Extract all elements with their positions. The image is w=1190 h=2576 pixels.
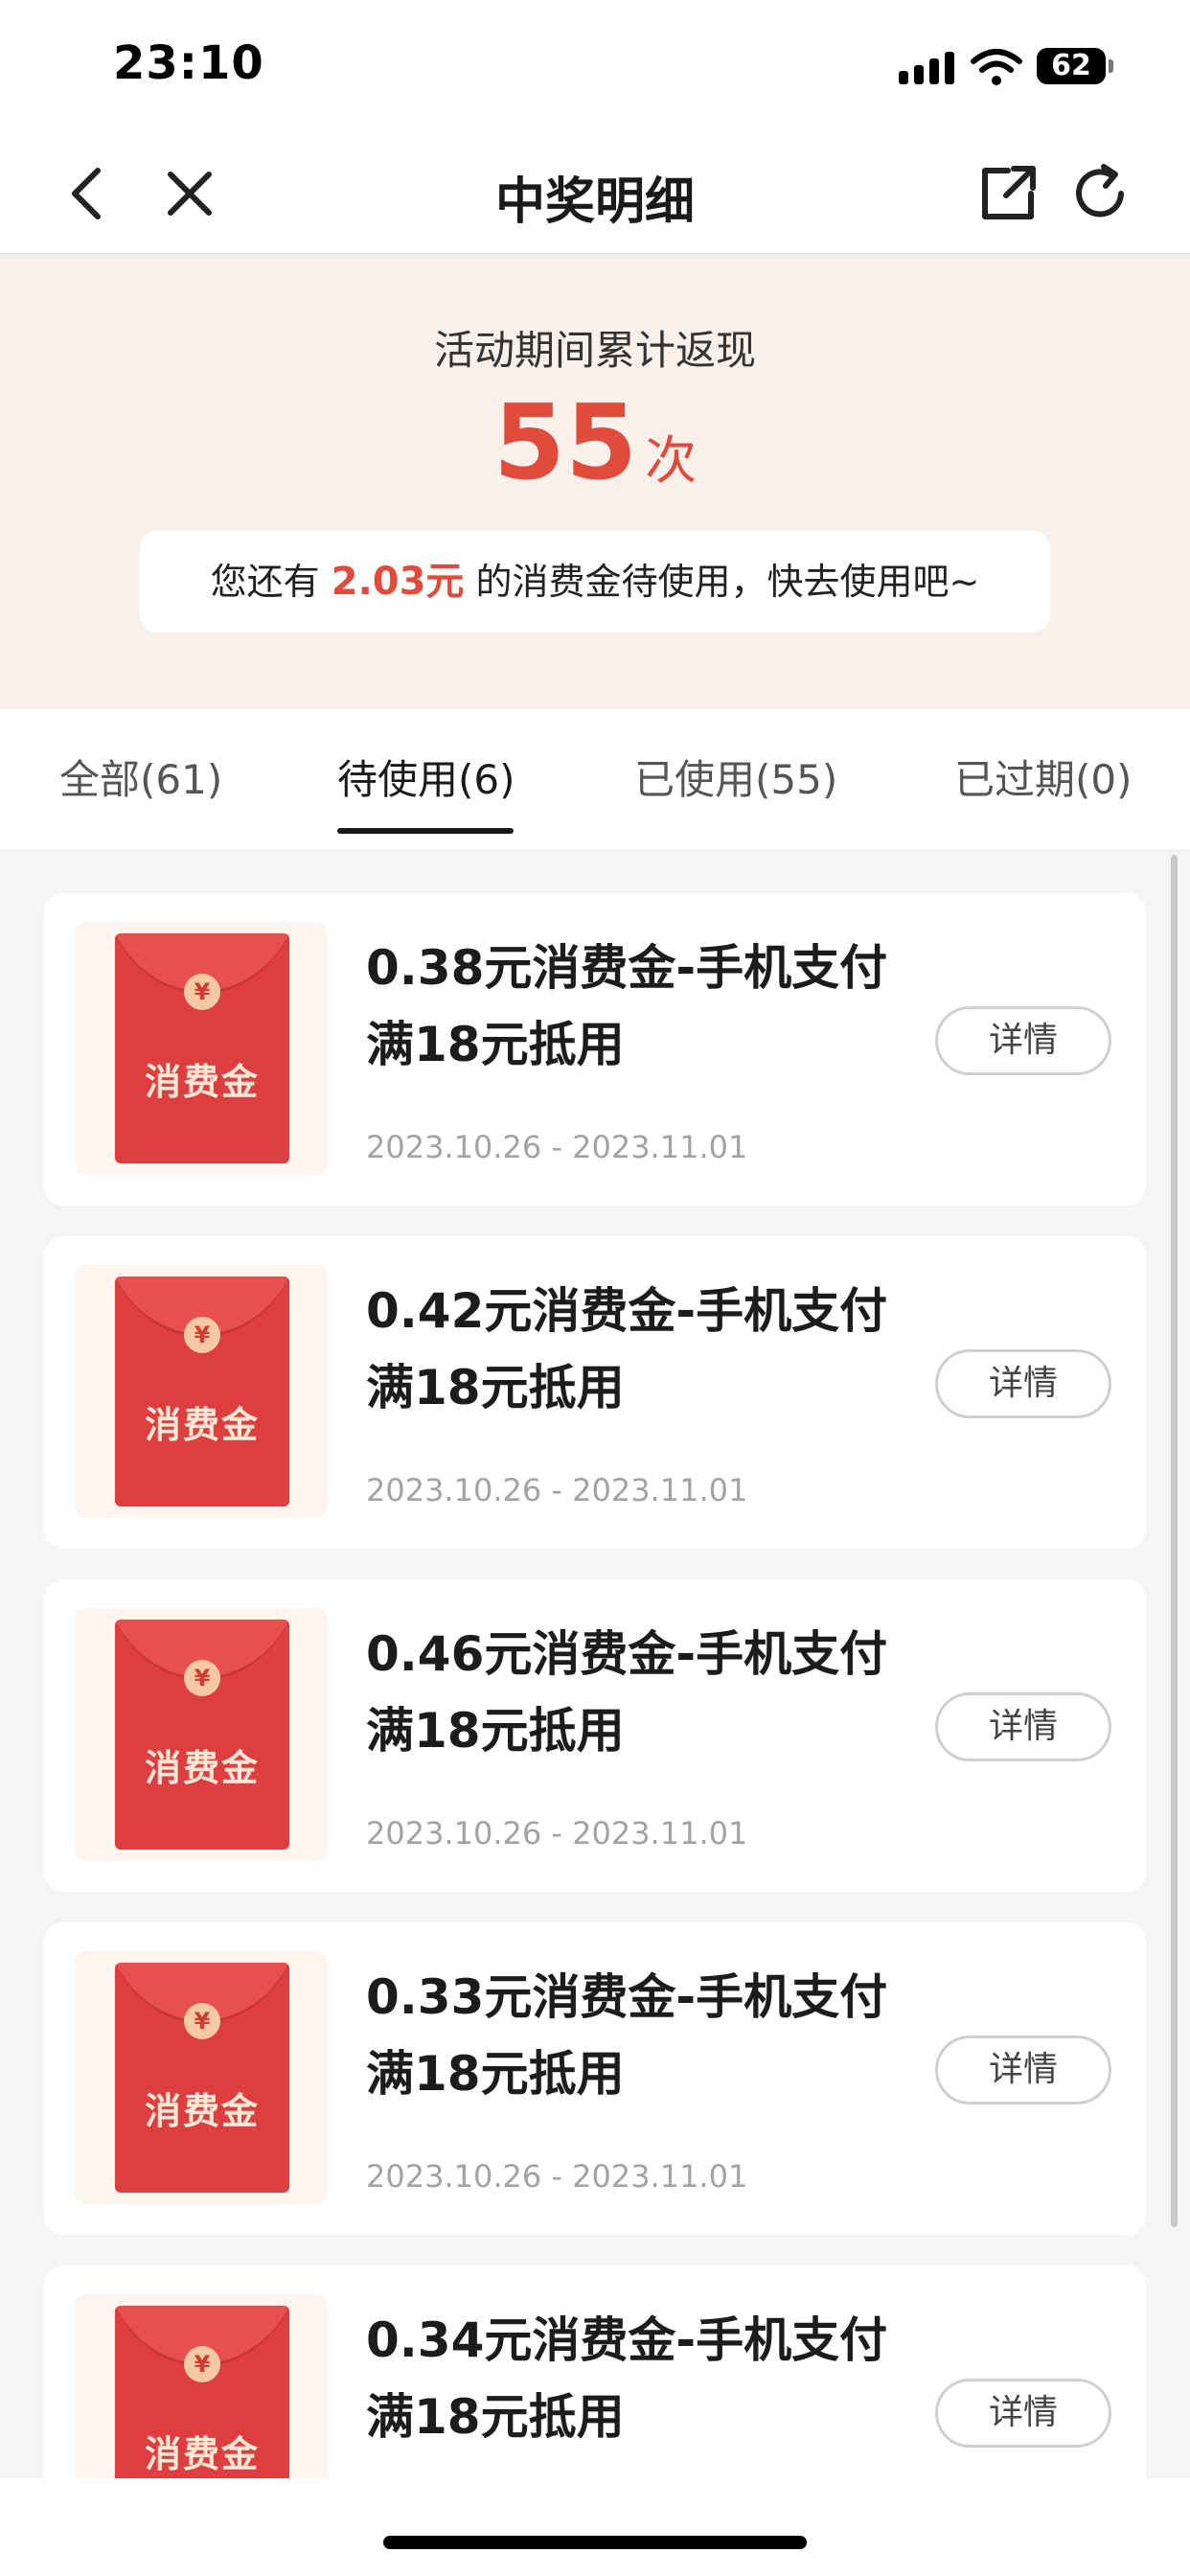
voucher-card: ¥ 消费金 0.42元消费金-手机支付 满18元抵用 2023.10.26 - … (44, 1236, 1146, 1549)
voucher-title-line2: 满18元抵用 (366, 1017, 625, 1072)
pending-notice: 您还有 2.03元 的消费金待使用，快去使用吧~ (140, 531, 1050, 632)
voucher-thumbnail: ¥ 消费金 (75, 2294, 328, 2478)
voucher-title-line2: 满18元抵用 (366, 2389, 625, 2445)
detail-button[interactable]: 详情 (935, 1349, 1111, 1418)
voucher-title-line2: 满18元抵用 (366, 1703, 625, 1759)
voucher-title-line2: 满18元抵用 (366, 2046, 625, 2102)
detail-button[interactable]: 详情 (935, 1692, 1111, 1761)
status-tabs: 全部(61) 待使用(6) 已使用(55) 已过期(0) (0, 709, 1190, 849)
cashback-count-number: 55 (492, 383, 638, 503)
voucher-title: 0.33元消费金-手机支付 满18元抵用 (366, 1959, 960, 2112)
red-envelope-icon: ¥ 消费金 (115, 2306, 289, 2478)
home-indicator[interactable] (383, 2536, 807, 2549)
voucher-title-line2: 满18元抵用 (366, 1360, 625, 1415)
cashback-summary: 活动期间累计返现 55 次 您还有 2.03元 的消费金待使用，快去使用吧~ (0, 255, 1190, 709)
yuan-coin-icon: ¥ (184, 2003, 220, 2039)
tab-used[interactable]: 已使用(55) (634, 748, 837, 806)
yuan-coin-icon: ¥ (184, 974, 220, 1010)
battery-icon: 62 (1037, 48, 1113, 84)
cashback-count: 55 次 (0, 383, 1190, 503)
voucher-card: ¥ 消费金 0.46元消费金-手机支付 满18元抵用 2023.10.26 - … (44, 1579, 1146, 1892)
share-icon[interactable] (970, 155, 1046, 232)
yuan-coin-icon: ¥ (184, 1317, 220, 1353)
voucher-validity: 2023.10.26 - 2023.11.01 (366, 1815, 748, 1852)
voucher-card: ¥ 消费金 0.34元消费金-手机支付 满18元抵用 详情 (44, 2266, 1146, 2478)
yuan-coin-icon: ¥ (184, 2346, 220, 2382)
voucher-thumbnail: ¥ 消费金 (75, 1265, 328, 1518)
summary-label: 活动期间累计返现 (433, 327, 756, 374)
page: 23:10 62 中奖明细 活动期间累计返现 55 次 您还有 2.03元 的消… (0, 0, 1190, 2576)
active-tab-indicator (337, 828, 514, 834)
voucher-validity: 2023.10.26 - 2023.11.01 (366, 1472, 748, 1508)
voucher-list: ¥ 消费金 0.38元消费金-手机支付 满18元抵用 2023.10.26 - … (0, 849, 1190, 2478)
tab-pending[interactable]: 待使用(6) (337, 748, 515, 806)
voucher-title-line1: 0.46元消费金-手机支付 (366, 1626, 888, 1682)
home-area (0, 2478, 1190, 2576)
detail-button[interactable]: 详情 (935, 2379, 1111, 2448)
tab-expired[interactable]: 已过期(0) (954, 748, 1133, 806)
battery-level: 62 (1051, 49, 1091, 82)
notice-suffix: 的消费金待使用，快去使用吧~ (464, 561, 980, 603)
envelope-label: 消费金 (144, 1061, 260, 1103)
voucher-title-line1: 0.38元消费金-手机支付 (366, 940, 888, 996)
envelope-label: 消费金 (144, 2433, 260, 2475)
envelope-label: 消费金 (144, 1404, 260, 1446)
cashback-count-unit: 次 (645, 430, 698, 491)
voucher-thumbnail: ¥ 消费金 (75, 1608, 328, 1861)
status-time: 23:10 (113, 36, 264, 90)
red-envelope-icon: ¥ 消费金 (115, 1620, 289, 1850)
yuan-coin-icon: ¥ (184, 1660, 220, 1696)
red-envelope-icon: ¥ 消费金 (115, 1963, 289, 2193)
notice-prefix: 您还有 (210, 561, 332, 603)
voucher-title-line1: 0.42元消费金-手机支付 (366, 1283, 888, 1339)
voucher-thumbnail: ¥ 消费金 (75, 1951, 328, 2204)
voucher-card: ¥ 消费金 0.33元消费金-手机支付 满18元抵用 2023.10.26 - … (44, 1922, 1146, 2235)
scrollbar[interactable] (1171, 855, 1178, 2227)
voucher-validity: 2023.10.26 - 2023.11.01 (366, 1129, 748, 1165)
refresh-icon[interactable] (1062, 155, 1138, 232)
voucher-title: 0.34元消费金-手机支付 满18元抵用 (366, 2302, 960, 2455)
detail-button[interactable]: 详情 (935, 1006, 1111, 1075)
detail-button[interactable]: 详情 (935, 2036, 1111, 2104)
signal-icon (899, 52, 954, 84)
voucher-validity: 2023.10.26 - 2023.11.01 (366, 2158, 748, 2195)
voucher-card: ¥ 消费金 0.38元消费金-手机支付 满18元抵用 2023.10.26 - … (44, 893, 1146, 1206)
wifi-icon (971, 49, 1022, 85)
tab-all[interactable]: 全部(61) (59, 748, 222, 806)
voucher-title: 0.46元消费金-手机支付 满18元抵用 (366, 1616, 960, 1769)
voucher-title: 0.42元消费金-手机支付 满18元抵用 (366, 1273, 960, 1426)
envelope-label: 消费金 (144, 2090, 260, 2132)
envelope-label: 消费金 (144, 1747, 260, 1789)
voucher-title-line1: 0.34元消费金-手机支付 (366, 2312, 888, 2368)
voucher-thumbnail: ¥ 消费金 (75, 922, 328, 1175)
red-envelope-icon: ¥ 消费金 (115, 933, 289, 1163)
nav-bar: 中奖明细 (0, 134, 1190, 255)
voucher-title-line1: 0.33元消费金-手机支付 (366, 1969, 888, 2025)
status-bar: 23:10 62 (0, 0, 1190, 134)
notice-amount: 2.03元 (331, 560, 465, 604)
voucher-title: 0.38元消费金-手机支付 满18元抵用 (366, 930, 960, 1083)
red-envelope-icon: ¥ 消费金 (115, 1276, 289, 1506)
